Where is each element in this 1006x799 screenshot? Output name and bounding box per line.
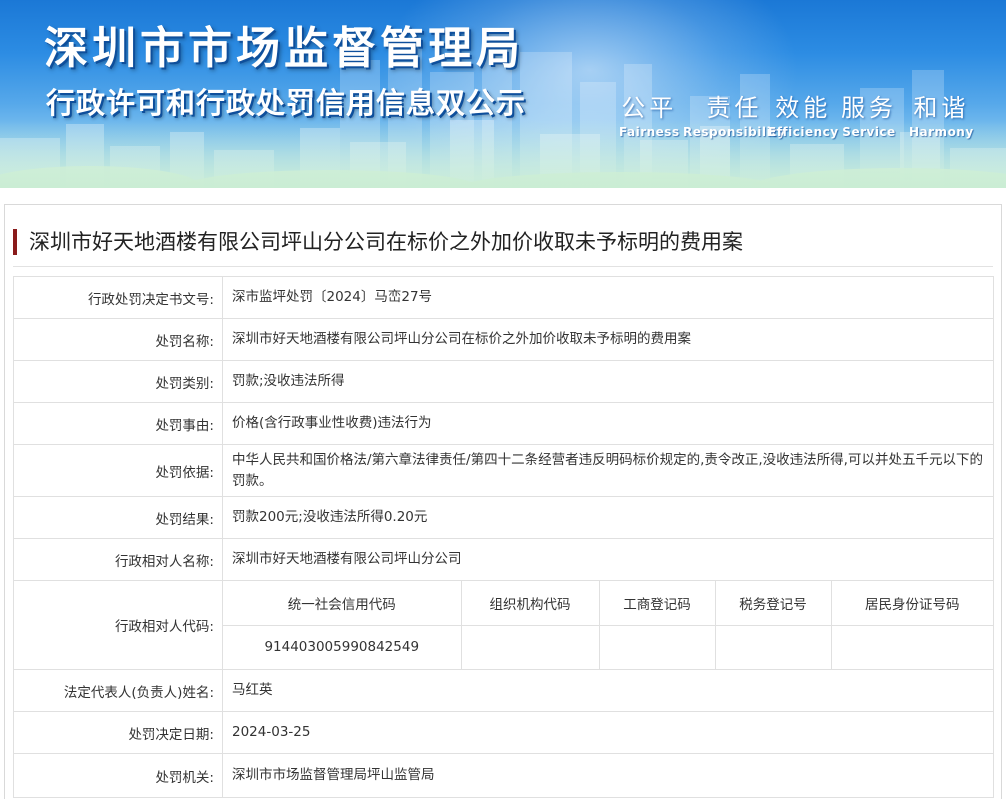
business-reg-header: 工商登记码 (598, 581, 715, 626)
motto-efficiency: 效能 Efficiency (768, 88, 839, 139)
decision-date-label: 处罚决定日期: (13, 711, 223, 754)
business-reg-value (598, 625, 715, 669)
tax-reg-header: 税务登记号 (714, 581, 831, 626)
motto-cn: 公平 (621, 94, 678, 122)
penalty-info-table: 行政处罚决定书文号: 深市监坪处罚〔2024〕马峦27号 处罚名称: 深圳市好天… (13, 276, 994, 798)
motto-en: Fairness (619, 125, 680, 139)
party-code-value-row: 914403005990842549 (223, 625, 993, 669)
authority-label: 处罚机关: (13, 753, 223, 798)
tax-reg-value (714, 625, 831, 669)
table-row: 处罚决定日期: 2024-03-25 (13, 711, 994, 754)
motto-en: Service (842, 125, 896, 139)
table-row: 处罚类别: 罚款;没收违法所得 (13, 360, 994, 403)
motto-cn: 效能 (775, 94, 832, 122)
penalty-type-label: 处罚类别: (13, 360, 223, 403)
motto-harmony: 和谐 Harmony (909, 88, 974, 139)
decision-no-label: 行政处罚决定书文号: (13, 276, 223, 319)
table-row: 处罚名称: 深圳市好天地酒楼有限公司坪山分公司在标价之外加价收取未予标明的费用案 (13, 318, 994, 361)
case-title-bar: 深圳市好天地酒楼有限公司坪山分公司在标价之外加价收取未予标明的费用案 (13, 225, 993, 267)
id-card-header: 居民身份证号码 (830, 581, 993, 626)
id-card-value (830, 625, 993, 669)
case-detail-panel: 深圳市好天地酒楼有限公司坪山分公司在标价之外加价收取未予标明的费用案 行政处罚决… (4, 204, 1002, 799)
penalty-basis-value: 中华人民共和国价格法/第六章法律责任/第四十二条经营者违反明码标价规定的,责令改… (222, 444, 994, 497)
penalty-basis-label: 处罚依据: (13, 444, 223, 497)
party-code-header-row: 统一社会信用代码 组织机构代码 工商登记码 税务登记号 居民身份证号码 (223, 581, 993, 626)
table-row: 行政处罚决定书文号: 深市监坪处罚〔2024〕马峦27号 (13, 276, 994, 319)
motto-cn: 和谐 (913, 94, 970, 122)
title-accent-bar (13, 229, 17, 255)
org-code-header: 组织机构代码 (460, 581, 599, 626)
authority-value: 深圳市市场监督管理局坪山监管局 (222, 753, 994, 798)
table-row: 行政相对人名称: 深圳市好天地酒楼有限公司坪山分公司 (13, 538, 994, 581)
penalty-result-value: 罚款200元;没收违法所得0.20元 (222, 496, 994, 539)
agency-title: 深圳市市场监督管理局 (44, 23, 524, 74)
decision-no-value: 深市监坪处罚〔2024〕马峦27号 (222, 276, 994, 319)
org-code-value (460, 625, 599, 669)
decision-date-value: 2024-03-25 (222, 711, 994, 754)
penalty-reason-label: 处罚事由: (13, 402, 223, 445)
table-row: 行政相对人代码: 统一社会信用代码 组织机构代码 工商登记码 税务登记号 居民身… (13, 580, 994, 670)
legal-rep-label: 法定代表人(负责人)姓名: (13, 669, 223, 712)
case-title: 深圳市好天地酒楼有限公司坪山分公司在标价之外加价收取未予标明的费用案 (29, 230, 743, 254)
party-name-label: 行政相对人名称: (13, 538, 223, 581)
motto-cn: 服务 (841, 94, 897, 122)
penalty-name-label: 处罚名称: (13, 318, 223, 361)
penalty-result-label: 处罚结果: (13, 496, 223, 539)
party-name-value: 深圳市好天地酒楼有限公司坪山分公司 (222, 538, 994, 581)
credit-code-header: 统一社会信用代码 (223, 581, 461, 626)
motto-en: Efficiency (768, 125, 839, 139)
motto-fairness: 公平 Fairness (619, 88, 680, 139)
party-code-cell: 统一社会信用代码 组织机构代码 工商登记码 税务登记号 居民身份证号码 9144… (222, 580, 994, 670)
table-row: 处罚机关: 深圳市市场监督管理局坪山监管局 (13, 753, 994, 798)
portal-subtitle: 行政许可和行政处罚信用信息双公示 (46, 86, 527, 120)
party-code-label: 行政相对人代码: (13, 580, 223, 670)
table-row: 处罚结果: 罚款200元;没收违法所得0.20元 (13, 496, 994, 539)
credit-code-value: 914403005990842549 (264, 639, 420, 656)
penalty-name-value: 深圳市好天地酒楼有限公司坪山分公司在标价之外加价收取未予标明的费用案 (222, 318, 994, 361)
legal-rep-value: 马红英 (222, 669, 994, 712)
party-code-table: 统一社会信用代码 组织机构代码 工商登记码 税务登记号 居民身份证号码 9144… (223, 581, 993, 669)
table-row: 法定代表人(负责人)姓名: 马红英 (13, 669, 994, 712)
penalty-reason-value: 价格(含行政事业性收费)违法行为 (222, 402, 994, 445)
motto-en: Harmony (909, 125, 974, 139)
table-row: 处罚依据: 中华人民共和国价格法/第六章法律责任/第四十二条经营者违反明码标价规… (13, 444, 994, 497)
motto-service: 服务 Service (841, 88, 897, 139)
table-row: 处罚事由: 价格(含行政事业性收费)违法行为 (13, 402, 994, 445)
penalty-type-value: 罚款;没收违法所得 (222, 360, 994, 403)
header-banner: 深圳市市场监督管理局 行政许可和行政处罚信用信息双公示 公平 Fairness … (0, 0, 1006, 188)
